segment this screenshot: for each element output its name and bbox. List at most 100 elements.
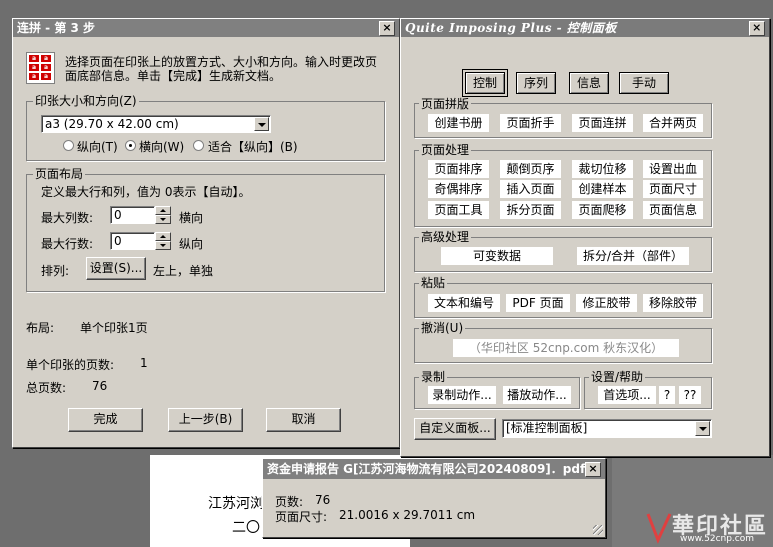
max-columns-input[interactable]: 0 bbox=[110, 206, 155, 224]
undo-button[interactable]: （华印社区 52cnp.com 秋东汉化） bbox=[453, 339, 679, 357]
preferences-button[interactable]: 首选项... bbox=[598, 386, 656, 404]
document-info-window: 资金申请报告 G[江苏河海物流有限公司20240809]．pdf × 页数: 7… bbox=[262, 458, 606, 538]
panel-select[interactable]: [标准控制面板] bbox=[502, 419, 712, 438]
about-button[interactable]: ?? bbox=[679, 386, 701, 404]
insert-pages-button[interactable]: 插入页面 bbox=[500, 180, 561, 198]
page-info-button[interactable]: 页面信息 bbox=[643, 201, 703, 219]
text-numbering-button[interactable]: 文本和编号 bbox=[428, 294, 500, 312]
set-bleed-button[interactable]: 设置出血 bbox=[643, 160, 703, 178]
page-tools-button[interactable]: 页面工具 bbox=[428, 201, 489, 219]
radio-portrait-label: 纵向(T) bbox=[77, 140, 118, 154]
radio-portrait[interactable] bbox=[63, 140, 74, 151]
settings-help-group-label: 设置/帮助 bbox=[589, 370, 646, 384]
max-columns-decrement[interactable] bbox=[155, 215, 171, 224]
tab-manual[interactable]: 手动 bbox=[619, 72, 669, 94]
record-group-label: 录制 bbox=[419, 370, 448, 384]
dialog-title: 连拼 - 第 3 步 bbox=[17, 21, 96, 35]
max-columns-label: 最大列数: bbox=[41, 211, 94, 225]
tab-info[interactable]: 信息 bbox=[569, 72, 609, 94]
split-merge-button[interactable]: 拆分/合并（部件） bbox=[577, 247, 689, 265]
doc-page-size-value: 21.0016 x 29.7011 cm bbox=[339, 508, 476, 522]
cancel-button[interactable]: 取消 bbox=[266, 408, 341, 432]
max-rows-direction: 纵向 bbox=[179, 237, 204, 251]
layout-info-value: 单个印张1页 bbox=[80, 321, 148, 335]
chevron-down-icon[interactable] bbox=[695, 421, 710, 436]
arrange-label: 排列: bbox=[41, 264, 70, 278]
advanced-group-label: 高级处理 bbox=[419, 230, 472, 244]
background-doc-line: 二〇 bbox=[232, 520, 260, 536]
pages-per-sheet-value: 1 bbox=[140, 356, 148, 370]
max-rows-input[interactable]: 0 bbox=[110, 232, 155, 250]
step-dialog: 连拼 - 第 3 步 × aa aa aa 选择页面在印张上的放置方式、大小和方… bbox=[12, 18, 400, 448]
create-sample-button[interactable]: 创建样本 bbox=[572, 180, 633, 198]
page-creep-button[interactable]: 页面爬移 bbox=[572, 201, 633, 219]
max-columns-direction: 横向 bbox=[179, 211, 204, 225]
fix-tape-button[interactable]: 修正胶带 bbox=[576, 294, 637, 312]
split-pages-button[interactable]: 拆分页面 bbox=[500, 201, 561, 219]
total-pages-label: 总页数: bbox=[26, 381, 67, 395]
dialog-titlebar: 连拼 - 第 3 步 × bbox=[13, 19, 399, 37]
paper-size-select-value: a3 (29.70 x 42.00 cm) bbox=[45, 117, 179, 131]
radio-landscape[interactable] bbox=[125, 140, 136, 151]
dialog-intro-text: 选择页面在印张上的放置方式、大小和方向。输入时更改页面底部信息。单击【完成】生成… bbox=[65, 55, 378, 83]
custom-panel-button[interactable]: 自定义面板... bbox=[414, 418, 496, 440]
paper-size-group-label: 印张大小和方向(Z) bbox=[33, 94, 139, 108]
play-action-button[interactable]: 播放动作... bbox=[503, 386, 571, 404]
watermark-logo: 華印社區 www.52cnp.com bbox=[640, 508, 770, 547]
undo-group-label: 撤消(U) bbox=[419, 321, 466, 335]
total-pages-value: 76 bbox=[92, 379, 108, 393]
doc-page-size-label: 页面尺寸: bbox=[275, 510, 328, 524]
trim-shift-button[interactable]: 裁切位移 bbox=[572, 160, 633, 178]
finish-button[interactable]: 完成 bbox=[68, 408, 143, 432]
layout-info-label: 布局: bbox=[26, 321, 55, 335]
document-info-title: 资金申请报告 G[江苏河海物流有限公司20240809]．pdf bbox=[267, 462, 586, 476]
page-size-button[interactable]: 页面尺寸 bbox=[643, 180, 703, 198]
variable-data-button[interactable]: 可变数据 bbox=[441, 247, 553, 265]
imposition-icon: aa aa aa bbox=[26, 52, 55, 84]
tab-sequence[interactable]: 序列 bbox=[516, 72, 556, 94]
dialog-close-button[interactable]: × bbox=[379, 21, 395, 36]
merge-two-pages-button[interactable]: 合并两页 bbox=[643, 114, 703, 132]
layout-hint: 定义最大行和列，值为 0表示【自动】。 bbox=[41, 185, 251, 199]
page-layout-group-label: 页面布局 bbox=[33, 167, 86, 181]
max-rows-decrement[interactable] bbox=[155, 241, 171, 250]
reverse-pages-button[interactable]: 颠倒页序 bbox=[500, 160, 561, 178]
back-button[interactable]: 上一步(B) bbox=[168, 408, 243, 432]
logo-icon bbox=[646, 513, 672, 544]
max-rows-increment[interactable] bbox=[155, 232, 171, 241]
arrange-settings-button[interactable]: 设置(S)... bbox=[86, 257, 146, 280]
arrange-value: 左上，单独 bbox=[153, 264, 214, 278]
max-columns-increment[interactable] bbox=[155, 206, 171, 215]
doc-pages-value: 76 bbox=[315, 493, 331, 507]
control-panel-window: Quite Imposing Plus - 控制面板 × 控制 序列 信息 手动… bbox=[400, 18, 770, 457]
odd-even-sort-button[interactable]: 奇偶排序 bbox=[428, 180, 489, 198]
paste-group-label: 粘贴 bbox=[419, 276, 448, 290]
background-doc-line: 江苏河浏 bbox=[208, 496, 264, 512]
record-action-button[interactable]: 录制动作... bbox=[428, 386, 496, 404]
document-info-titlebar: 资金申请报告 G[江苏河海物流有限公司20240809]．pdf × bbox=[263, 459, 605, 479]
nup-button[interactable]: 页面连拼 bbox=[572, 114, 633, 132]
create-booklet-button[interactable]: 创建书册 bbox=[428, 114, 489, 132]
page-sort-button[interactable]: 页面排序 bbox=[428, 160, 489, 178]
remove-tape-button[interactable]: 移除胶带 bbox=[643, 294, 703, 312]
logo-url: www.52cnp.com bbox=[680, 534, 755, 544]
max-rows-label: 最大行数: bbox=[41, 237, 94, 251]
radio-fit-portrait[interactable] bbox=[193, 140, 204, 151]
page-processing-group-label: 页面处理 bbox=[419, 143, 472, 157]
control-panel-title: Quite Imposing Plus - 控制面板 bbox=[405, 21, 617, 35]
page-fold-button[interactable]: 页面折手 bbox=[500, 114, 561, 132]
control-panel-close-button[interactable]: × bbox=[749, 21, 765, 36]
pdf-page-button[interactable]: PDF 页面 bbox=[506, 294, 570, 312]
resize-grip-icon[interactable] bbox=[593, 525, 603, 535]
imposition-group-label: 页面拼版 bbox=[419, 97, 472, 111]
pages-per-sheet-label: 单个印张的页数: bbox=[26, 358, 115, 372]
document-info-close-button[interactable]: × bbox=[585, 462, 601, 477]
panel-select-value: [标准控制面板] bbox=[506, 421, 588, 435]
tab-control[interactable]: 控制 bbox=[462, 69, 508, 97]
chevron-down-icon[interactable] bbox=[254, 117, 269, 131]
radio-landscape-label: 横向(W) bbox=[139, 140, 185, 154]
radio-fit-portrait-label: 适合【纵向】(B) bbox=[208, 140, 298, 154]
help-button[interactable]: ? bbox=[659, 386, 675, 404]
paper-size-select[interactable]: a3 (29.70 x 42.00 cm) bbox=[41, 115, 271, 133]
control-panel-titlebar: Quite Imposing Plus - 控制面板 × bbox=[401, 19, 769, 37]
